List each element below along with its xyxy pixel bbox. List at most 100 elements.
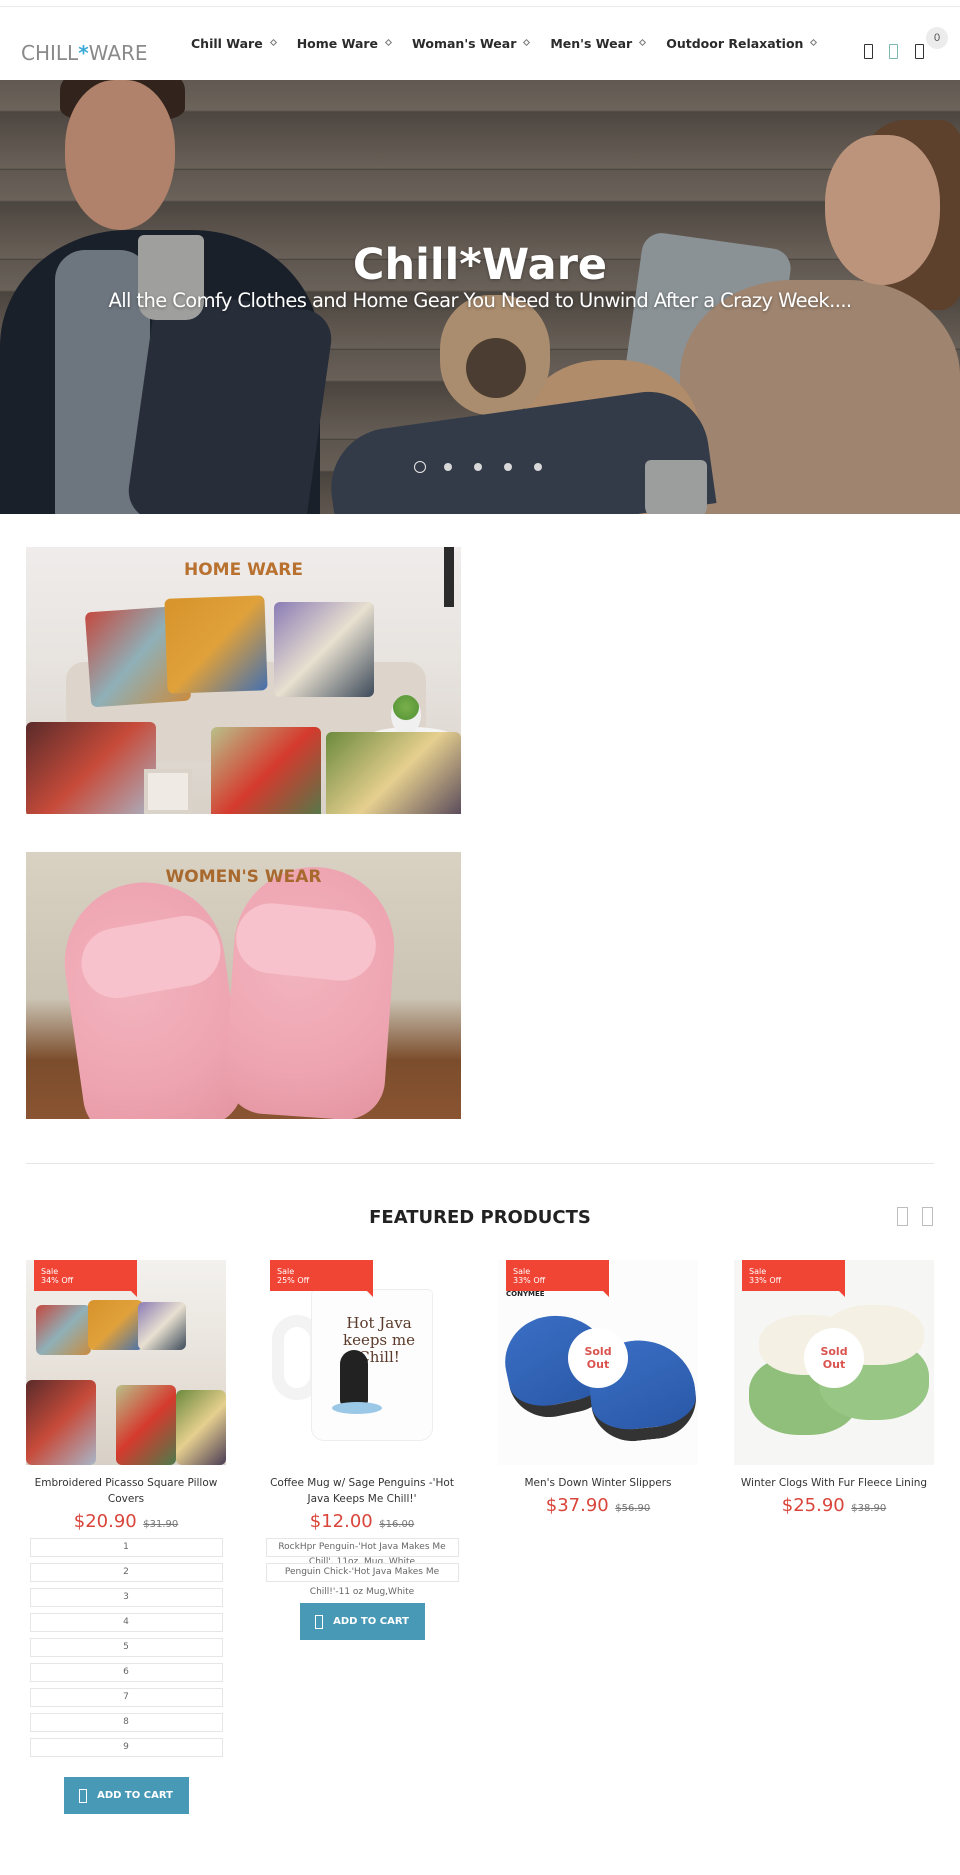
hero-subtitle: All the Comfy Clothes and Home Gear You … — [108, 289, 852, 312]
product-photo-part — [36, 1305, 91, 1355]
banner-image-part — [391, 695, 421, 735]
sale-price: $25.90 — [781, 1495, 845, 1516]
button-label: ADD TO CART — [97, 1790, 173, 1801]
shopping-bag-icon — [315, 1614, 324, 1629]
nav-item-outdoor-relaxation[interactable]: Outdoor Relaxation — [666, 36, 818, 51]
nav-label: Woman's Wear — [412, 36, 517, 51]
product-image[interactable]: CONYMEE Sale 33% Off Sold Out — [498, 1260, 698, 1465]
banner-label: WOMEN'S WEAR — [165, 867, 322, 887]
nav-item-mens-wear[interactable]: Men's Wear — [550, 36, 647, 51]
product-photo-part — [116, 1385, 176, 1465]
product-card: Sale 33% Off Sold Out Winter Clogs With Fu… — [734, 1260, 934, 1516]
sale-badge: Sale 33% Off — [742, 1260, 845, 1297]
product-image[interactable]: Hot Java keeps me Chill! Sale 25% Off — [262, 1260, 462, 1465]
sale-price: $12.00 — [309, 1511, 373, 1532]
wishlist-icon[interactable] — [889, 44, 898, 59]
banner-image-part — [222, 861, 400, 1119]
product-card: Sale 34% Off Embroidered Picasso Square P… — [26, 1260, 226, 1814]
cart-icon[interactable] — [915, 44, 924, 59]
slider-dots — [414, 461, 564, 473]
variant-option[interactable]: 1 — [29, 1538, 223, 1557]
shopping-bag-icon — [79, 1788, 88, 1803]
brand-logo: CONYMEE — [506, 1290, 545, 1298]
variant-option[interactable]: 4 — [29, 1613, 223, 1632]
slider-dot-2[interactable] — [444, 463, 452, 471]
carousel-next-button[interactable] — [922, 1207, 933, 1226]
section-divider — [26, 1163, 934, 1164]
chevron-down-icon — [639, 38, 647, 47]
original-price: $31.90 — [143, 1519, 179, 1530]
discount-label: 34% Off — [41, 1276, 74, 1285]
logo-star: * — [78, 41, 89, 65]
nav-label: Men's Wear — [550, 36, 633, 51]
sale-label: Sale — [513, 1267, 531, 1276]
original-price: $38.90 — [851, 1503, 887, 1514]
nav-label: Chill Ware — [191, 36, 263, 51]
original-price: $16.00 — [379, 1519, 415, 1530]
sold-out-badge: Sold Out — [804, 1328, 864, 1388]
variant-option[interactable]: 9 — [29, 1738, 223, 1757]
variant-option[interactable]: RockHpr Penguin-'Hot Java Makes Me — [265, 1538, 459, 1557]
nav-item-womans-wear[interactable]: Woman's Wear — [412, 36, 531, 51]
slider-dot-5[interactable] — [534, 463, 542, 471]
variant-option[interactable]: Penguin Chick-'Hot Java Makes Me — [265, 1563, 459, 1582]
product-photo-part — [138, 1302, 186, 1350]
product-price: $12.00 $16.00 — [262, 1511, 462, 1532]
chevron-down-icon — [269, 38, 277, 47]
variant-option[interactable]: 7 — [29, 1688, 223, 1707]
product-photo-part — [340, 1350, 368, 1408]
nav-item-home-ware[interactable]: Home Ware — [296, 36, 393, 51]
discount-label: 33% Off — [749, 1276, 782, 1285]
slider-dot-4[interactable] — [504, 463, 512, 471]
variant-option[interactable]: 5 — [29, 1638, 223, 1657]
add-to-cart-button[interactable]: ADD TO CART — [63, 1777, 189, 1814]
variant-option[interactable]: 6 — [29, 1663, 223, 1682]
chevron-down-icon — [810, 38, 818, 47]
product-price: $25.90 $38.90 — [734, 1495, 934, 1516]
sale-badge: Sale 34% Off — [34, 1260, 137, 1297]
featured-products-title: FEATURED PRODUCTS — [369, 1207, 591, 1228]
product-image[interactable]: Sale 34% Off — [26, 1260, 226, 1465]
product-card: Hot Java keeps me Chill! Sale 25% Off Cof… — [262, 1260, 462, 1640]
sale-badge: Sale 25% Off — [270, 1260, 373, 1297]
sold-out-badge: Sold Out — [568, 1328, 628, 1388]
logo[interactable]: CHILL*WARE — [21, 41, 148, 65]
chevron-down-icon — [523, 38, 531, 47]
banner-image-part — [54, 872, 248, 1119]
hero-slider: Chill*Ware All the Comfy Clothes and Hom… — [0, 80, 960, 514]
sale-label: Sale — [749, 1267, 767, 1276]
account-icon[interactable] — [864, 44, 873, 59]
sale-price: $37.90 — [545, 1495, 609, 1516]
product-image[interactable]: Sale 33% Off Sold Out — [734, 1260, 934, 1465]
add-to-cart-button[interactable]: ADD TO CART — [299, 1603, 425, 1640]
product-photo-part — [88, 1300, 143, 1350]
variant-option[interactable]: 2 — [29, 1563, 223, 1582]
product-name[interactable]: Coffee Mug w/ Sage Penguins -'Hot Java K… — [262, 1475, 462, 1507]
banner-image-part — [274, 602, 374, 697]
product-name[interactable]: Winter Clogs With Fur Fleece Lining — [734, 1475, 934, 1491]
nav-item-chill-ware[interactable]: Chill Ware — [191, 36, 277, 51]
slider-dot-1[interactable] — [414, 461, 426, 473]
banner-image-part — [144, 769, 192, 814]
variant-option[interactable]: 8 — [29, 1713, 223, 1732]
sale-label: Sale — [41, 1267, 59, 1276]
banner-image-part — [26, 722, 156, 814]
button-label: ADD TO CART — [333, 1616, 409, 1627]
product-photo-part — [26, 1380, 96, 1465]
nav-label: Home Ware — [296, 36, 379, 51]
product-name[interactable]: Embroidered Picasso Square Pillow Covers — [26, 1475, 226, 1507]
banner-label: HOME WARE — [184, 560, 303, 580]
sale-label: Sale — [277, 1267, 295, 1276]
product-photo-part — [176, 1390, 226, 1465]
product-photo-part — [332, 1402, 382, 1414]
sale-price: $20.90 — [73, 1511, 137, 1532]
discount-label: 33% Off — [513, 1276, 546, 1285]
main-nav: Chill Ware Home Ware Woman's Wear Men's … — [191, 36, 837, 51]
variant-option[interactable]: 3 — [29, 1588, 223, 1607]
product-name[interactable]: Men's Down Winter Slippers — [498, 1475, 698, 1491]
category-banner-home-ware[interactable]: HOME WARE — [26, 547, 461, 814]
carousel-prev-button[interactable] — [897, 1207, 908, 1226]
category-banner-womens-wear[interactable]: WOMEN'S WEAR — [26, 852, 461, 1119]
cart-count-badge: 0 — [926, 27, 948, 49]
slider-dot-3[interactable] — [474, 463, 482, 471]
